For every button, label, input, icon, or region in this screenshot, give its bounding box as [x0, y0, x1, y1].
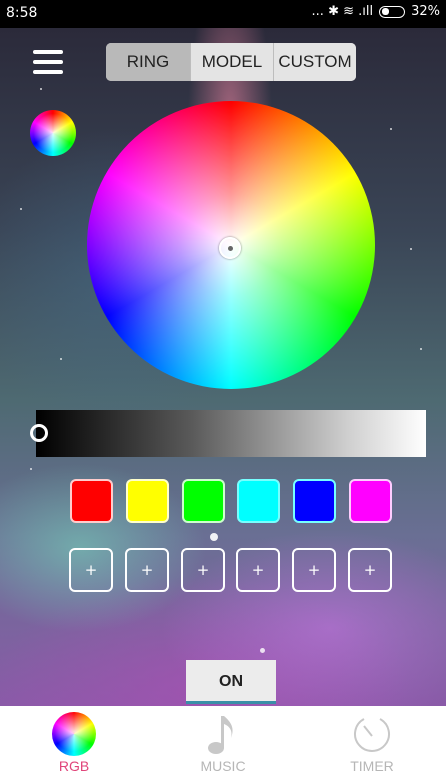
- preset-color-swatch[interactable]: [126, 479, 169, 523]
- nav-item-rgb[interactable]: RGB: [0, 706, 148, 776]
- custom-color-slots: + + + + + +: [69, 548, 393, 592]
- add-custom-color-button[interactable]: +: [181, 548, 225, 592]
- tab-custom[interactable]: CUSTOM: [273, 43, 356, 81]
- preset-color-swatches: [70, 479, 392, 523]
- add-custom-color-button[interactable]: +: [348, 548, 392, 592]
- power-on-button[interactable]: ON: [186, 660, 276, 704]
- timer-icon: [350, 712, 394, 756]
- status-bar: 8:58 ... ✱ ≋ .ıll 32%: [0, 0, 446, 28]
- nav-label-rgb: RGB: [58, 758, 90, 774]
- status-icons: ... ✱ ≋ .ıll 32%: [312, 4, 440, 19]
- tab-ring[interactable]: RING: [106, 43, 190, 81]
- mode-tabs: RING MODEL CUSTOM: [106, 43, 356, 81]
- preset-color-swatch[interactable]: [293, 479, 336, 523]
- signal-icons: ... ✱ ≋ .ıll: [311, 4, 374, 19]
- status-time: 8:58: [6, 5, 38, 21]
- add-custom-color-button[interactable]: +: [125, 548, 169, 592]
- battery-percent: 32%: [411, 4, 440, 19]
- tab-model[interactable]: MODEL: [190, 43, 273, 81]
- color-preview-icon[interactable]: [30, 110, 76, 156]
- hamburger-menu-icon[interactable]: [33, 50, 63, 74]
- preset-color-swatch[interactable]: [70, 479, 113, 523]
- bottom-navigation: RGB MUSIC TIMER: [0, 706, 446, 776]
- add-custom-color-button[interactable]: +: [69, 548, 113, 592]
- add-custom-color-button[interactable]: +: [292, 548, 336, 592]
- brightness-slider[interactable]: [36, 410, 426, 457]
- nav-item-music[interactable]: MUSIC: [149, 706, 297, 776]
- preset-color-swatch[interactable]: [237, 479, 280, 523]
- nav-label-music: MUSIC: [200, 758, 246, 774]
- brightness-slider-thumb[interactable]: [30, 424, 48, 442]
- nav-item-timer[interactable]: TIMER: [298, 706, 446, 776]
- battery-icon: [379, 5, 406, 18]
- preset-color-swatch[interactable]: [182, 479, 225, 523]
- color-wheel-cursor[interactable]: [219, 237, 241, 259]
- music-note-icon: [201, 712, 245, 756]
- nav-label-timer: TIMER: [350, 758, 394, 774]
- app-screen: 8:58 ... ✱ ≋ .ıll 32% RING MODEL CUSTOM …: [0, 0, 446, 776]
- rgb-wheel-icon: [52, 712, 96, 756]
- add-custom-color-button[interactable]: +: [236, 548, 280, 592]
- preset-color-swatch[interactable]: [349, 479, 392, 523]
